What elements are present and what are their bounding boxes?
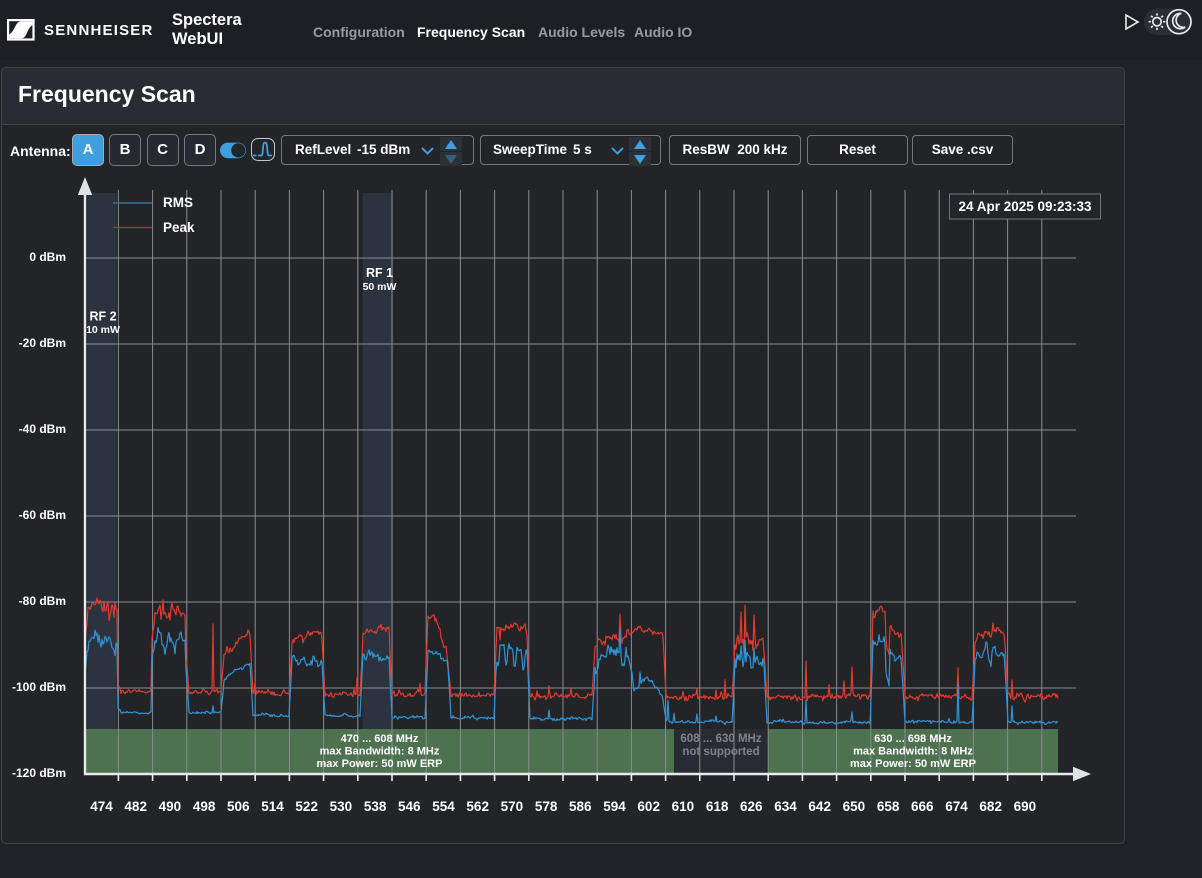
svg-text:-120 dBm: -120 dBm [12, 766, 66, 780]
svg-text:10 mW: 10 mW [86, 324, 120, 336]
svg-text:594: 594 [603, 799, 626, 814]
svg-text:522: 522 [295, 799, 318, 814]
svg-text:-20 dBm: -20 dBm [19, 336, 66, 350]
svg-text:506: 506 [227, 799, 250, 814]
svg-text:-80 dBm: -80 dBm [19, 594, 66, 608]
svg-text:-100 dBm: -100 dBm [12, 680, 66, 694]
svg-text:682: 682 [979, 799, 1002, 814]
svg-text:538: 538 [364, 799, 387, 814]
svg-text:530: 530 [330, 799, 353, 814]
svg-text:618: 618 [706, 799, 729, 814]
svg-text:RF 2: RF 2 [89, 309, 116, 323]
svg-text:650: 650 [843, 799, 866, 814]
svg-text:50 mW: 50 mW [363, 281, 397, 293]
svg-text:514: 514 [261, 799, 284, 814]
svg-text:max Power: 50 mW ERP: max Power: 50 mW ERP [317, 758, 443, 770]
svg-text:490: 490 [159, 799, 182, 814]
svg-text:-60 dBm: -60 dBm [19, 508, 66, 522]
svg-text:max Bandwidth: 8 MHz: max Bandwidth: 8 MHz [320, 745, 440, 757]
svg-text:Peak: Peak [163, 220, 195, 235]
svg-text:not supported: not supported [682, 746, 759, 758]
svg-text:546: 546 [398, 799, 421, 814]
svg-text:630 ... 698 MHz: 630 ... 698 MHz [874, 733, 952, 745]
svg-text:610: 610 [672, 799, 695, 814]
svg-text:608 ... 630 MHz: 608 ... 630 MHz [680, 733, 761, 745]
svg-text:RMS: RMS [163, 195, 193, 210]
svg-text:max Power: 50 mW ERP: max Power: 50 mW ERP [850, 758, 976, 770]
svg-text:24 Apr 2025 09:23:33: 24 Apr 2025 09:23:33 [958, 199, 1092, 214]
svg-text:586: 586 [569, 799, 592, 814]
svg-text:498: 498 [193, 799, 216, 814]
svg-text:578: 578 [535, 799, 558, 814]
svg-text:658: 658 [877, 799, 900, 814]
svg-text:634: 634 [774, 799, 797, 814]
svg-text:554: 554 [432, 799, 455, 814]
svg-text:570: 570 [501, 799, 524, 814]
svg-text:626: 626 [740, 799, 763, 814]
svg-text:482: 482 [124, 799, 147, 814]
svg-text:0 dBm: 0 dBm [29, 250, 66, 264]
svg-text:666: 666 [911, 799, 934, 814]
svg-text:-40 dBm: -40 dBm [19, 422, 66, 436]
svg-text:max Bandwidth: 8 MHz: max Bandwidth: 8 MHz [853, 745, 973, 757]
svg-text:474: 474 [90, 799, 113, 814]
svg-text:642: 642 [808, 799, 831, 814]
svg-text:674: 674 [945, 799, 968, 814]
svg-text:470 ... 608 MHz: 470 ... 608 MHz [341, 733, 419, 745]
svg-text:RF 1: RF 1 [366, 266, 393, 280]
svg-text:690: 690 [1014, 799, 1037, 814]
svg-text:602: 602 [637, 799, 660, 814]
svg-text:562: 562 [466, 799, 489, 814]
